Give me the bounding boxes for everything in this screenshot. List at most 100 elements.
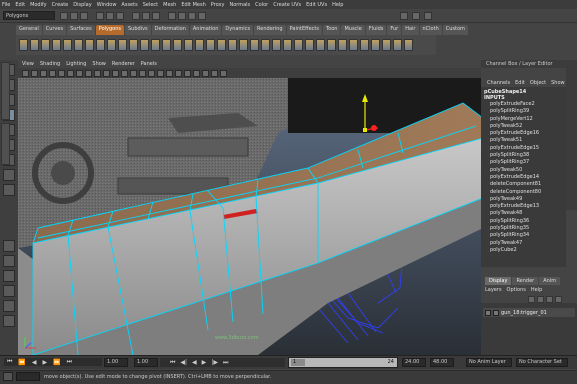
field-chart-icon[interactable]	[94, 69, 101, 77]
menu-set-dropdown[interactable]: Polygons	[3, 11, 55, 20]
triangulate-icon[interactable]	[239, 39, 248, 51]
separate-icon[interactable]	[140, 39, 149, 51]
menu-edit-mesh[interactable]: Edit Mesh	[181, 2, 205, 8]
go-to-end-icon[interactable]: ⏭	[67, 358, 72, 366]
channel-box-menu-object[interactable]: Object	[530, 80, 546, 86]
tool-settings-toggle-icon[interactable]	[424, 12, 432, 20]
xray-components-icon[interactable]	[211, 69, 218, 77]
go-to-start-icon[interactable]: ⏮	[7, 358, 12, 366]
input-node-item[interactable]: polySplitRing38	[484, 152, 563, 159]
render-icon[interactable]	[178, 12, 186, 20]
show-manipulator-icon[interactable]	[3, 169, 15, 181]
input-node-item[interactable]: polyTweak48	[484, 210, 563, 217]
image-plane-icon[interactable]	[49, 69, 56, 77]
open-scene-icon[interactable]	[70, 12, 78, 20]
layer-menu-help[interactable]: Help	[531, 287, 542, 293]
fill-hole-icon[interactable]	[228, 39, 237, 51]
play-forwards-icon[interactable]: ▶	[43, 359, 48, 366]
menu-edit-uvs[interactable]: Edit UVs	[306, 2, 327, 8]
bookmarks-icon[interactable]	[40, 69, 47, 77]
smooth-icon[interactable]	[206, 39, 215, 51]
input-node-item[interactable]: polyExtrudeEdge14	[484, 174, 563, 181]
shelf-tab-animation[interactable]: Animation	[189, 25, 222, 35]
move-layer-up-icon[interactable]	[546, 296, 553, 303]
shelf-tab-deformation[interactable]: Deformation	[151, 25, 189, 35]
isolate-select-icon[interactable]	[184, 69, 191, 77]
menu-select[interactable]: Select	[143, 2, 158, 8]
shelf-tab-painteffects[interactable]: PaintEffects	[286, 25, 322, 35]
shelf-tab-rendering[interactable]: Rendering	[254, 25, 286, 35]
poly-pipe-icon[interactable]	[96, 39, 105, 51]
extrude-icon[interactable]	[261, 39, 270, 51]
poly-helix-icon[interactable]	[107, 39, 116, 51]
range-play-back-icon[interactable]: ◀	[192, 359, 197, 366]
range-step-forward-icon[interactable]: |▶	[211, 359, 218, 366]
input-node-item[interactable]: polySplitRing35	[484, 225, 563, 232]
shelf-tab-fluids[interactable]: Fluids	[365, 25, 387, 35]
shelf-tab-surfaces[interactable]: Surfaces	[67, 25, 95, 35]
gate-mask-icon[interactable]	[85, 69, 92, 77]
single-perspective-layout-icon[interactable]	[3, 240, 15, 252]
channel-box-toggle-icon[interactable]	[400, 12, 408, 20]
sculpt-geometry-icon[interactable]	[349, 39, 358, 51]
bevel-icon[interactable]	[338, 39, 347, 51]
select-component-icon[interactable]	[116, 12, 124, 20]
outliner-layout-icon[interactable]	[3, 315, 15, 327]
wireframe-icon[interactable]	[121, 69, 128, 77]
save-scene-icon[interactable]	[80, 12, 88, 20]
move-layer-down-icon[interactable]	[555, 296, 562, 303]
poly-torus-icon[interactable]	[74, 39, 83, 51]
perspective-viewport[interactable]	[18, 78, 481, 355]
smooth-shade-icon[interactable]	[130, 69, 137, 77]
insert-edge-loop-icon[interactable]	[305, 39, 314, 51]
side-tab-attribute-editor[interactable]	[1, 123, 10, 165]
range-play-icon[interactable]: ▶	[202, 359, 207, 366]
layer-menu-options[interactable]: Options	[507, 287, 526, 293]
booleans-intersection-icon[interactable]	[184, 39, 193, 51]
step-forward-key-icon[interactable]: ⏩	[53, 359, 60, 366]
mirror-geometry-icon[interactable]	[195, 39, 204, 51]
shelf-tab-general[interactable]: General	[16, 25, 42, 35]
input-node-item[interactable]: polyTweak51	[484, 137, 563, 144]
render-settings-icon[interactable]	[198, 12, 206, 20]
layer-display-type-icon[interactable]	[493, 309, 499, 316]
input-node-item[interactable]: polyTweak52	[484, 123, 563, 130]
layer-menu-layers[interactable]: Layers	[485, 287, 502, 293]
mel-command-icon[interactable]	[3, 372, 13, 381]
anim-end-field[interactable]: 48.00	[430, 358, 454, 367]
poly-soccer-ball-icon[interactable]	[118, 39, 127, 51]
range-step-back-icon[interactable]: ◀|	[180, 359, 187, 366]
input-node-item[interactable]: polyTweak50	[484, 167, 563, 174]
shelf-tab-toon[interactable]: Toon	[322, 25, 341, 35]
input-node-item[interactable]: polyExtrudeEdge15	[484, 145, 563, 152]
hypershade-layout-icon[interactable]	[3, 300, 15, 312]
planar-mapping-icon[interactable]	[360, 39, 369, 51]
input-node-item[interactable]: polySplitRing34	[484, 232, 563, 239]
offset-edge-loop-icon[interactable]	[316, 39, 325, 51]
viewport-menu-panels[interactable]: Panels	[141, 61, 157, 67]
persp-outliner-layout-icon[interactable]	[3, 270, 15, 282]
input-node-item[interactable]: polyExtrudeFace2	[484, 101, 563, 108]
shelf-tab-dynamics[interactable]: Dynamics	[222, 25, 254, 35]
input-node-item[interactable]: deleteComponent80	[484, 189, 563, 196]
input-node-item[interactable]: polyCube2	[484, 247, 563, 254]
input-node-item[interactable]: polyMergeVert12	[484, 116, 563, 123]
range-slider-bar[interactable]: 1 24	[288, 357, 398, 368]
end-time-field[interactable]: 24.00	[402, 358, 426, 367]
channel-box-menu-channels[interactable]: Channels	[487, 80, 510, 86]
spherical-mapping-icon[interactable]	[382, 39, 391, 51]
playback-start-field[interactable]: 1.00	[134, 358, 158, 367]
four-view-layout-icon[interactable]	[3, 255, 15, 267]
menu-window[interactable]: Window	[97, 2, 117, 8]
menu-modify[interactable]: Modify	[30, 2, 47, 8]
menu-edit[interactable]: Edit	[15, 2, 25, 8]
use-default-material-icon[interactable]	[139, 69, 146, 77]
start-time-field[interactable]: 1.00	[104, 358, 128, 367]
camera-attributes-icon[interactable]	[31, 69, 38, 77]
layer-tab-render[interactable]: Render	[512, 277, 539, 285]
combine-icon[interactable]	[129, 39, 138, 51]
last-tool-icon[interactable]	[3, 184, 15, 196]
menu-color[interactable]: Color	[255, 2, 268, 8]
high-quality-icon[interactable]	[220, 69, 227, 77]
step-back-key-icon[interactable]: ⏪	[18, 359, 25, 366]
